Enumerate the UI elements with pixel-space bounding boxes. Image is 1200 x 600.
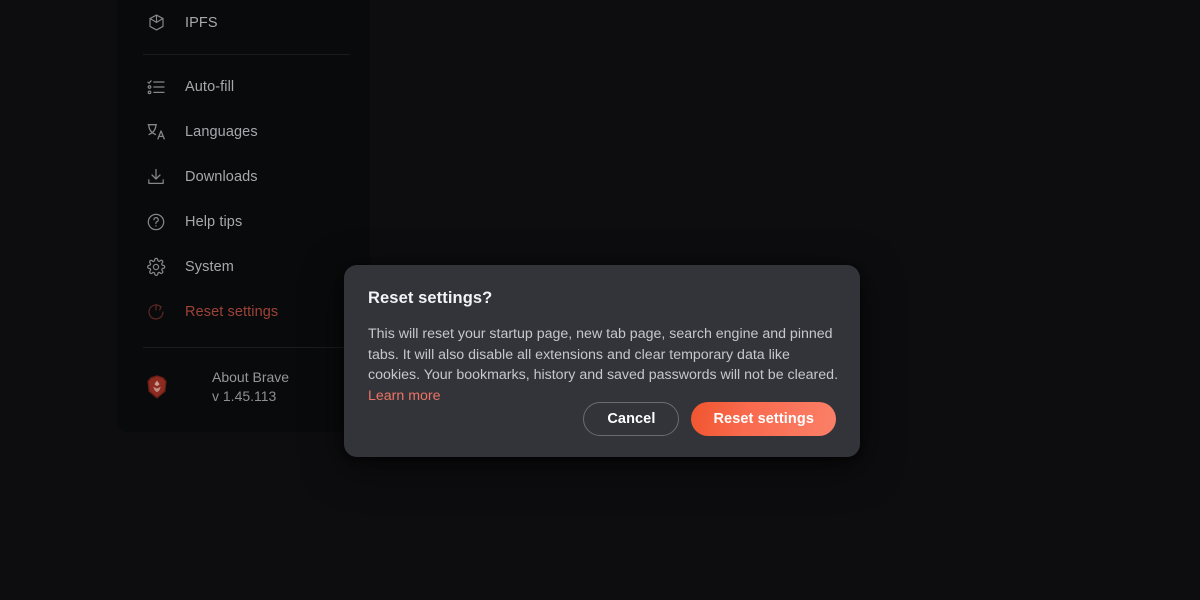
sidebar-item-about-brave[interactable]: About Brave v 1.45.113 [117, 368, 370, 406]
brave-lion-icon [143, 373, 171, 401]
gear-icon [143, 254, 169, 280]
checklist-icon [143, 74, 169, 100]
dialog-title: Reset settings? [368, 289, 493, 307]
sidebar-item-label: Languages [185, 123, 258, 140]
translate-icon [143, 119, 169, 145]
dialog-body-text: This will reset your startup page, new t… [368, 326, 839, 384]
reset-settings-button[interactable]: Reset settings [691, 402, 836, 436]
sidebar-item-label: Auto-fill [185, 78, 235, 95]
dialog-actions: Cancel Reset settings [583, 402, 836, 436]
app-root: IPFS Auto-fill Languages Downloads Help … [0, 0, 1200, 600]
sidebar-item-label: Help tips [185, 213, 243, 230]
sidebar-item-system[interactable]: System [117, 244, 370, 289]
sidebar-item-label: Downloads [185, 168, 258, 185]
sidebar-item-auto-fill[interactable]: Auto-fill [117, 64, 370, 109]
sidebar-item-label: IPFS [185, 14, 218, 31]
sidebar-item-help-tips[interactable]: Help tips [117, 199, 370, 244]
learn-more-link[interactable]: Learn more [368, 388, 441, 404]
question-circle-icon [143, 209, 169, 235]
sidebar-item-languages[interactable]: Languages [117, 109, 370, 154]
settings-sidebar: IPFS Auto-fill Languages Downloads Help … [117, 0, 370, 432]
sidebar-nav-list: IPFS Auto-fill Languages Downloads Help … [117, 0, 370, 406]
dialog-body: This will reset your startup page, new t… [368, 324, 838, 406]
about-brave-version: v 1.45.113 [212, 388, 277, 404]
about-brave-text: About Brave v 1.45.113 [212, 368, 289, 406]
about-brave-title: About Brave [212, 369, 290, 385]
sidebar-item-label: System [185, 258, 234, 275]
cancel-button[interactable]: Cancel [583, 402, 680, 436]
download-icon [143, 164, 169, 190]
reset-icon [143, 299, 169, 325]
reset-settings-dialog: Reset settings? This will reset your sta… [344, 265, 860, 457]
cube-icon [143, 10, 169, 36]
sidebar-item-label: Reset settings [185, 303, 279, 320]
sidebar-item-ipfs[interactable]: IPFS [117, 0, 370, 45]
sidebar-divider [143, 54, 350, 55]
sidebar-divider-bottom [143, 347, 350, 348]
sidebar-item-downloads[interactable]: Downloads [117, 154, 370, 199]
sidebar-item-reset-settings[interactable]: Reset settings [117, 289, 370, 334]
